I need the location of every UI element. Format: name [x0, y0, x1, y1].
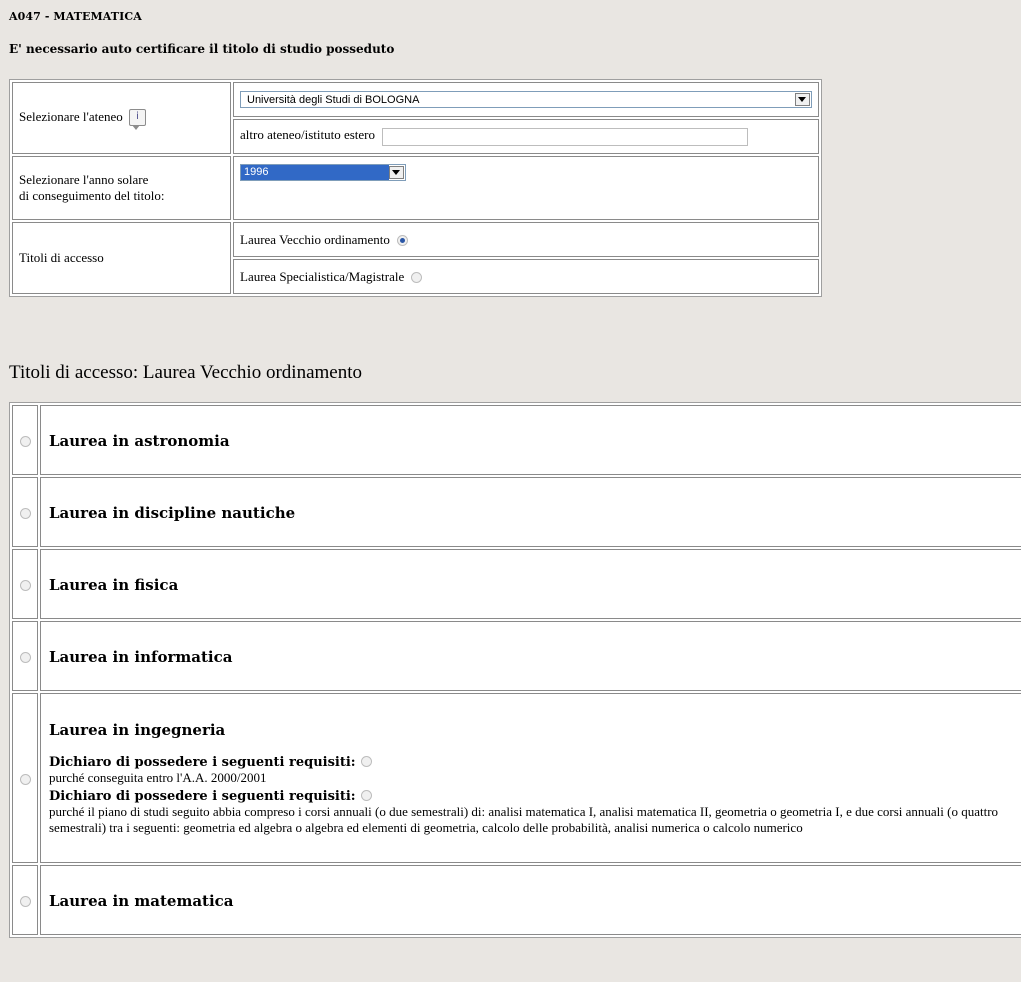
radio-discipline-nautiche[interactable] [19, 507, 31, 519]
degree-cell: Laurea in discipline nautiche [40, 477, 1021, 547]
degree-cell: Laurea in ingegneria Dichiaro di possede… [40, 693, 1021, 863]
anno-select-cell: 1996 [233, 156, 819, 220]
degree-title: Laurea in astronomia [49, 431, 230, 450]
requirement-label: Dichiaro di possedere i seguenti requisi… [49, 788, 356, 804]
radio-requirement-2[interactable] [360, 789, 372, 801]
radio-informatica[interactable] [19, 651, 31, 663]
requirement-text: purché conseguita entro l'A.A. 2000/2001 [49, 769, 267, 785]
degree-title: Laurea in informatica [49, 647, 233, 666]
anno-label-line1: Selezionare l'anno solare [19, 172, 149, 187]
option-vecchio-cell: Laurea Vecchio ordinamento [233, 222, 819, 257]
titoli-label-cell: Titoli di accesso [12, 222, 231, 294]
exam-code-title: A047 - MATEMATICA [9, 10, 142, 23]
degree-form-table: Selezionare l'ateneo i Università degli … [9, 79, 822, 297]
list-item: Laurea in informatica [12, 621, 1021, 691]
radio-cell [12, 693, 38, 863]
radio-astronomia[interactable] [19, 435, 31, 447]
ateneo-select-cell: Università degli Studi di BOLOGNA [233, 82, 819, 117]
info-icon[interactable]: i [129, 108, 147, 130]
ateneo-label: Selezionare l'ateneo [19, 109, 123, 125]
list-item: Laurea in ingegneria Dichiaro di possede… [12, 693, 1021, 863]
radio-matematica[interactable] [19, 895, 31, 907]
radio-fisica[interactable] [19, 579, 31, 591]
list-item: Laurea in matematica [12, 865, 1021, 935]
option-specialistica-cell: Laurea Specialistica/Magistrale [233, 259, 819, 294]
degree-cell: Laurea in fisica [40, 549, 1021, 619]
list-item: Laurea in discipline nautiche [12, 477, 1021, 547]
dropdown-arrow-icon[interactable] [389, 166, 404, 179]
list-item: Laurea in astronomia [12, 405, 1021, 475]
altro-ateneo-cell: altro ateneo/istituto estero [233, 119, 819, 154]
radio-ingegneria[interactable] [19, 773, 31, 785]
ateneo-select[interactable]: Università degli Studi di BOLOGNA [240, 91, 812, 109]
radio-cell [12, 621, 38, 691]
anno-selected-value: 1996 [241, 165, 389, 180]
degree-title: Laurea in discipline nautiche [49, 503, 296, 522]
radio-cell [12, 477, 38, 547]
radio-cell [12, 865, 38, 935]
list-item: Laurea in fisica [12, 549, 1021, 619]
anno-label-line2: di conseguimento del titolo: [19, 188, 165, 203]
radio-requirement-1[interactable] [360, 755, 372, 767]
requirement-row: Dichiaro di possedere i seguenti requisi… [49, 785, 1021, 804]
altro-ateneo-label: altro ateneo/istituto estero [240, 127, 376, 143]
degree-list: Laurea in astronomia Laurea in disciplin… [9, 402, 1021, 938]
degree-cell: Laurea in informatica [40, 621, 1021, 691]
requirement-text: purché il piano di studi seguito abbia c… [49, 803, 999, 835]
option-vecchio-label: Laurea Vecchio ordinamento [240, 231, 390, 247]
altro-ateneo-input[interactable] [382, 127, 749, 146]
page-subtitle: E' necessario auto certificare il titolo… [9, 42, 395, 56]
degree-title: Laurea in fisica [49, 575, 179, 594]
requirement-row: Dichiaro di possedere i seguenti requisi… [49, 751, 1021, 770]
requirement-label: Dichiaro di possedere i seguenti requisi… [49, 754, 356, 770]
section-heading: Titoli di accesso: Laurea Vecchio ordina… [9, 362, 362, 383]
dropdown-arrow-icon[interactable] [795, 93, 810, 107]
degree-title: Laurea in matematica [49, 891, 234, 910]
option-specialistica-label: Laurea Specialistica/Magistrale [240, 268, 405, 284]
degree-cell: Laurea in astronomia [40, 405, 1021, 475]
titoli-label: Titoli di accesso [19, 250, 104, 265]
anno-label-cell: Selezionare l'anno solare di conseguimen… [12, 156, 231, 220]
ateneo-label-cell: Selezionare l'ateneo i [12, 82, 231, 154]
ateneo-selected-value: Università degli Studi di BOLOGNA [247, 93, 420, 106]
radio-cell [12, 549, 38, 619]
anno-select[interactable]: 1996 [240, 164, 406, 181]
radio-vecchio-ordinamento[interactable] [397, 235, 409, 247]
radio-specialistica-magistrale[interactable] [411, 272, 423, 284]
radio-cell [12, 405, 38, 475]
degree-title: Laurea in ingegneria [49, 720, 226, 739]
degree-cell: Laurea in matematica [40, 865, 1021, 935]
